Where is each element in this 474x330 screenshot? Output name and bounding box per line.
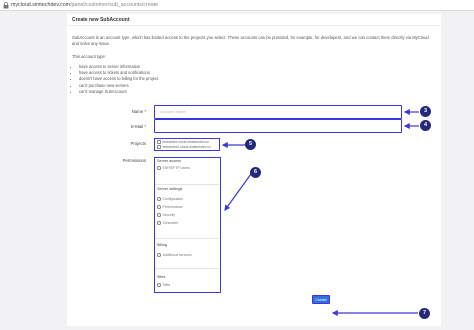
callout-arrow <box>224 173 252 211</box>
callout-badge-5: 5 <box>245 139 256 150</box>
callout-badge-6: 6 <box>250 167 261 178</box>
callout-badge-3: 3 <box>420 106 431 117</box>
callout-badge-7: 7 <box>419 308 430 319</box>
callout-badge-4: 4 <box>420 120 431 131</box>
callout-arrows <box>221 109 419 316</box>
